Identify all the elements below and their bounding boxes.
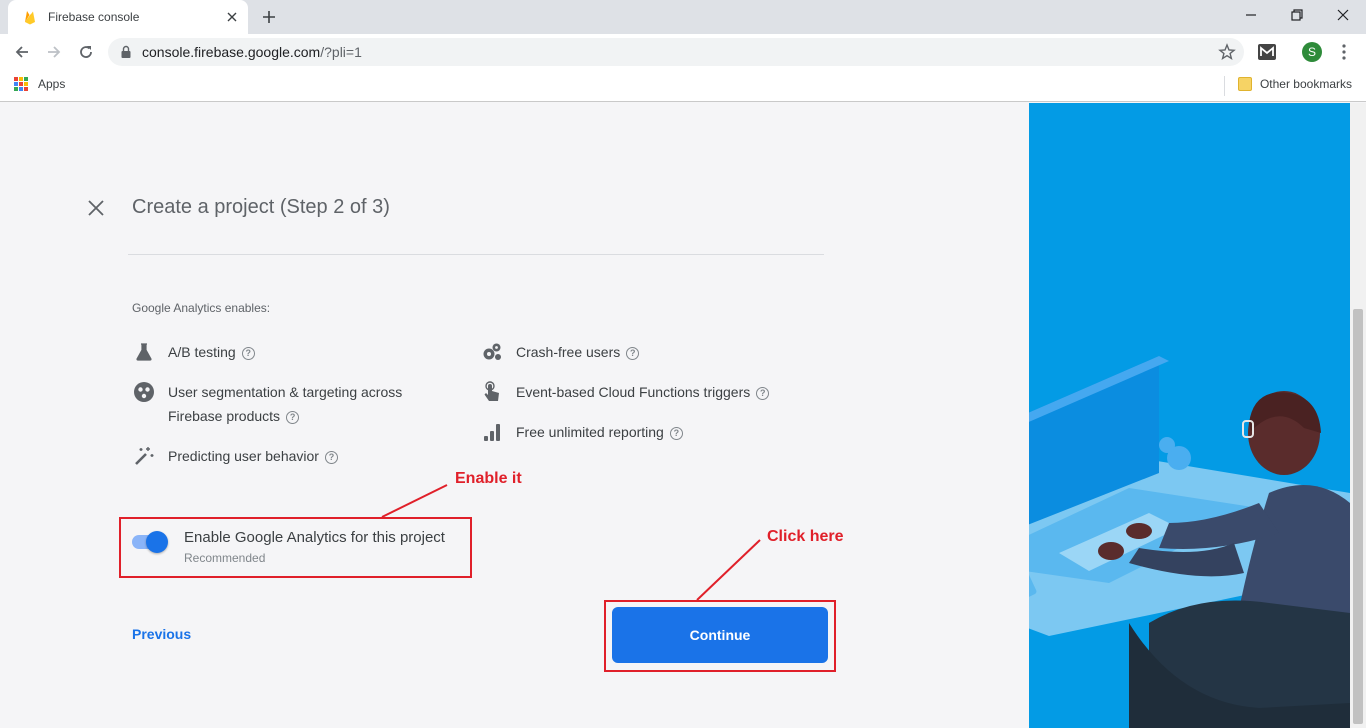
bookmarks-separator — [1224, 76, 1225, 96]
continue-button[interactable]: Continue — [612, 607, 828, 663]
create-project-page: Create a project (Step 2 of 3) Google An… — [0, 103, 1350, 728]
bar-chart-icon — [480, 420, 504, 444]
browser-tab[interactable]: Firebase console — [8, 0, 248, 34]
browser-toolbar: console.firebase.google.com/?pli=1 S — [0, 34, 1366, 70]
address-bar[interactable]: console.firebase.google.com/?pli=1 — [108, 38, 1244, 66]
apps-label: Apps — [38, 77, 66, 91]
other-bookmarks-label: Other bookmarks — [1259, 77, 1352, 91]
analytics-toggle-sublabel: Recommended — [184, 551, 266, 565]
enable-it-arrow — [381, 484, 448, 518]
bookmarks-bar: Apps Other bookmarks — [0, 70, 1366, 102]
help-icon[interactable]: ? — [324, 450, 338, 464]
annotation-enable-it: Enable it — [455, 470, 522, 487]
close-wizard-icon[interactable] — [86, 198, 106, 218]
other-bookmarks[interactable]: Other bookmarks — [1237, 77, 1352, 91]
back-button[interactable] — [8, 38, 36, 66]
help-icon[interactable]: ? — [669, 426, 683, 440]
help-icon[interactable]: ? — [756, 386, 770, 400]
previous-link[interactable]: Previous — [132, 626, 191, 642]
help-icon[interactable]: ? — [286, 410, 300, 424]
restore-button[interactable] — [1274, 0, 1320, 30]
folder-icon — [1237, 77, 1252, 91]
minimize-icon — [1246, 14, 1256, 16]
minimize-button[interactable] — [1228, 0, 1274, 30]
menu-kebab-icon[interactable] — [1334, 42, 1354, 62]
click-here-arrow — [696, 539, 761, 601]
profile-avatar[interactable]: S — [1302, 42, 1322, 62]
plus-icon — [263, 11, 275, 23]
feature-crash-free-users: Crash-free users? — [480, 340, 640, 364]
forward-arrow-icon — [48, 46, 61, 58]
feature-user-segmentation: User segmentation & targeting across Fir… — [132, 380, 402, 428]
help-icon[interactable]: ? — [241, 346, 255, 360]
feature-ab-testing: A/B testing? — [132, 340, 255, 364]
new-tab-button[interactable] — [258, 6, 280, 28]
scrollbar-thumb[interactable] — [1353, 309, 1363, 724]
gmail-extension-icon[interactable] — [1257, 42, 1277, 62]
toggle-knob — [146, 531, 168, 553]
firebase-icon — [25, 11, 35, 25]
gear-cluster-icon — [480, 340, 504, 364]
apps-shortcut[interactable]: Apps — [14, 77, 65, 91]
tab-bar: Firebase console — [0, 0, 1366, 34]
feature-free-reporting: Free unlimited reporting? — [480, 420, 683, 444]
back-arrow-icon — [15, 46, 28, 58]
tab-close-icon[interactable] — [224, 9, 240, 25]
annotation-click-here: Click here — [767, 528, 844, 545]
tab-title: Firebase console — [48, 10, 140, 24]
flask-icon — [132, 340, 156, 364]
toggle-highlight-box — [119, 517, 472, 578]
forward-button[interactable] — [40, 38, 68, 66]
analytics-toggle[interactable] — [132, 530, 168, 553]
page-title: Create a project (Step 2 of 3) — [132, 196, 390, 218]
feature-cloud-functions-triggers: Event-based Cloud Functions triggers? — [480, 380, 770, 404]
magic-wand-icon — [132, 444, 156, 468]
analytics-enables-label: Google Analytics enables: — [132, 301, 271, 315]
title-divider — [128, 254, 824, 255]
window-close-icon — [1337, 9, 1349, 21]
segmentation-icon — [132, 380, 156, 404]
restore-icon — [1291, 9, 1303, 21]
reload-button[interactable] — [72, 38, 100, 66]
developer-at-desk-illustration — [1029, 103, 1350, 728]
analytics-toggle-label: Enable Google Analytics for this project — [184, 529, 445, 546]
help-icon[interactable]: ? — [626, 346, 640, 360]
illustration-panel — [1029, 103, 1350, 728]
touch-icon — [480, 380, 504, 404]
page-scrollbar[interactable] — [1350, 103, 1366, 728]
window-close-button[interactable] — [1320, 0, 1366, 30]
url-text: console.firebase.google.com/?pli=1 — [142, 44, 362, 60]
bookmark-star-icon[interactable] — [1218, 43, 1236, 61]
lock-icon — [120, 45, 134, 59]
apps-grid-icon — [14, 77, 28, 91]
reload-icon — [80, 46, 92, 58]
feature-predicting-behavior: Predicting user behavior? — [132, 444, 338, 468]
